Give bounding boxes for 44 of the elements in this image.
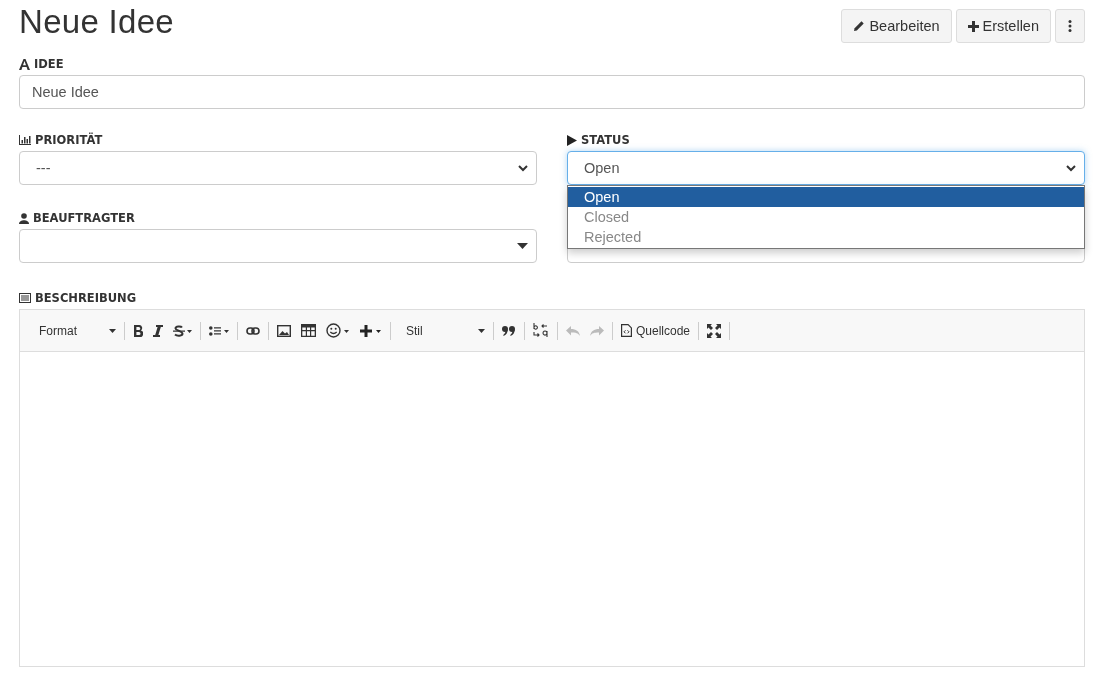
italic-icon xyxy=(153,324,163,337)
style-dropdown[interactable]: Stil xyxy=(395,318,489,343)
create-button[interactable]: Erstellen xyxy=(955,9,1051,43)
field-label: IDEE xyxy=(34,57,64,71)
letters-swap-icon xyxy=(533,322,549,339)
play-icon xyxy=(567,134,577,146)
chevron-icon xyxy=(518,164,528,172)
page-title: Neue Idee xyxy=(19,3,174,41)
document-code-icon xyxy=(621,324,632,337)
redo-icon xyxy=(590,325,604,336)
chain-link-icon xyxy=(246,326,260,335)
edit-button[interactable]: Bearbeiten xyxy=(841,9,952,43)
field-label: BEAUFTRAGTER xyxy=(33,211,135,225)
quote-icon xyxy=(502,325,516,336)
format-dropdown[interactable]: Format xyxy=(28,318,120,343)
image-icon xyxy=(277,324,291,337)
smiley-icon xyxy=(326,323,350,338)
field-label: PRIORITÄT xyxy=(35,133,103,147)
expand-arrows-icon xyxy=(707,323,722,338)
status-select[interactable]: Open xyxy=(567,151,1085,185)
dropdown-option[interactable]: Rejected xyxy=(568,227,1084,247)
source-code-button[interactable]: Quellcode xyxy=(617,318,695,343)
chevron-icon xyxy=(1066,164,1076,172)
bar-chart-icon xyxy=(19,135,31,145)
plus-icon xyxy=(967,20,979,32)
table-icon xyxy=(301,324,316,337)
caret-icon xyxy=(109,328,116,333)
caret-icon xyxy=(478,328,485,333)
field-label: BESCHREIBUNG xyxy=(35,291,137,305)
idea-input[interactable]: Neue Idee xyxy=(19,75,1085,109)
letter-icon xyxy=(19,58,30,70)
caret-icon xyxy=(517,243,528,249)
dropdown-option[interactable]: Open xyxy=(568,187,1084,207)
strikethrough-icon xyxy=(173,324,192,337)
more-icon xyxy=(1068,20,1072,32)
priority-select[interactable]: --- xyxy=(19,151,537,185)
user-icon xyxy=(19,212,29,224)
dropdown-option[interactable]: Closed xyxy=(568,207,1084,227)
undo-icon xyxy=(566,325,580,336)
bullet-list-icon xyxy=(209,324,229,337)
plus-icon xyxy=(360,324,382,337)
pencil-icon xyxy=(853,20,866,32)
bold-icon xyxy=(133,324,143,337)
field-label: STATUS xyxy=(581,133,630,147)
